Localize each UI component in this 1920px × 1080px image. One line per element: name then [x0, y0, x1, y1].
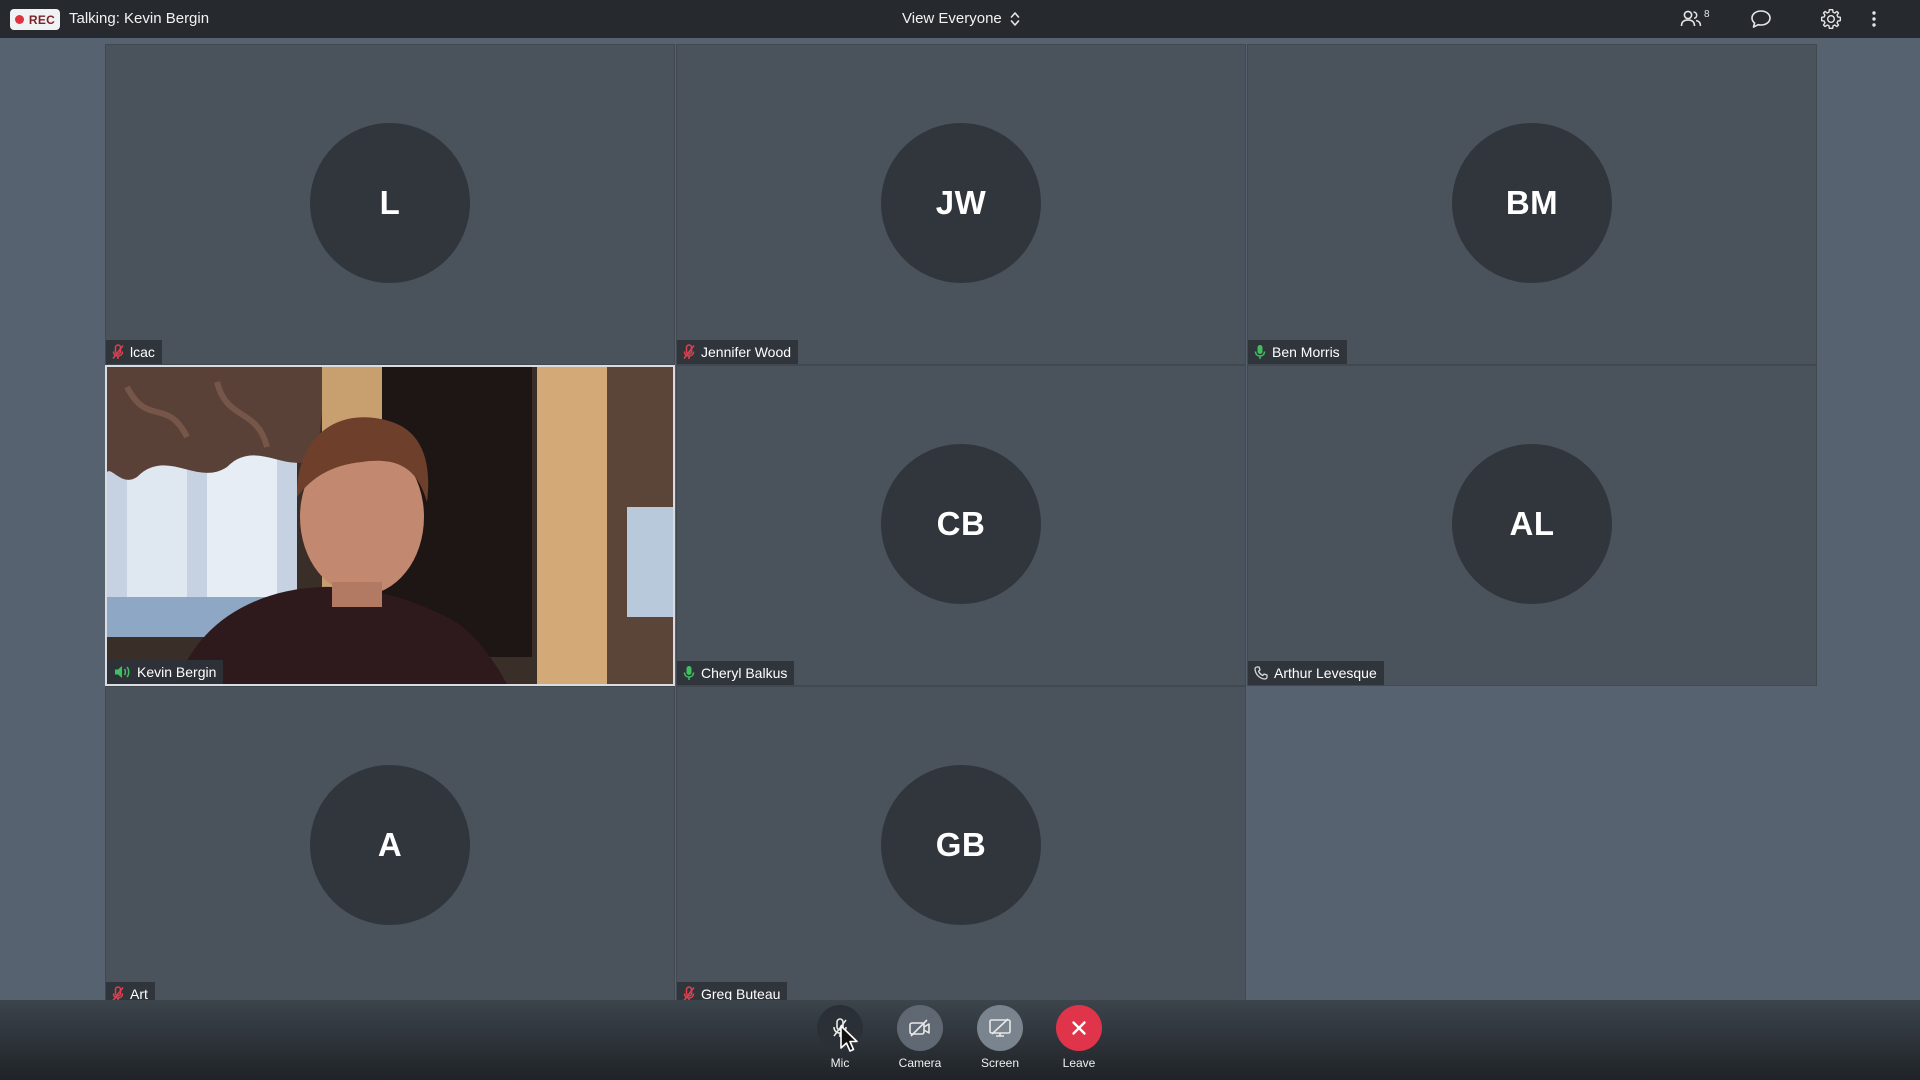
- chevron-updown-icon: [1010, 11, 1020, 26]
- participants-count: 8: [1704, 8, 1710, 20]
- camera-off-icon: [909, 1019, 930, 1037]
- avatar: GB: [881, 765, 1041, 925]
- recording-label: REC: [28, 12, 56, 27]
- participant-video-tile[interactable]: Kevin Bergin: [105, 365, 675, 686]
- participant-tile[interactable]: L lcac: [105, 44, 675, 365]
- participant-tile[interactable]: BM Ben Morris: [1247, 44, 1817, 365]
- participant-name-tag: Ben Morris: [1248, 340, 1347, 364]
- camera-button[interactable]: Camera: [885, 1005, 955, 1070]
- participant-name: lcac: [130, 344, 155, 360]
- record-dot-icon: [14, 15, 24, 24]
- screen-share-off-icon: [989, 1018, 1011, 1037]
- chat-button[interactable]: [1750, 7, 1772, 31]
- top-bar: REC Talking: Kevin Bergin View Everyone …: [0, 0, 1920, 38]
- participant-name: Ben Morris: [1272, 344, 1340, 360]
- participant-tile[interactable]: AL Arthur Levesque: [1247, 365, 1817, 686]
- screen-share-button[interactable]: Screen: [965, 1005, 1035, 1070]
- camera-label: Camera: [898, 1056, 942, 1070]
- avatar: CB: [881, 444, 1041, 604]
- participant-name-tag: Arthur Levesque: [1248, 661, 1384, 685]
- speaker-active-icon: [115, 666, 130, 678]
- mic-icon: [1254, 345, 1266, 359]
- control-bar: [0, 1000, 1920, 1080]
- participant-name: Kevin Bergin: [137, 664, 217, 680]
- leave-button[interactable]: Leave: [1044, 1005, 1114, 1070]
- more-vertical-icon: [1872, 11, 1876, 27]
- settings-button[interactable]: [1820, 7, 1842, 31]
- participant-tile[interactable]: GB Greg Buteau: [676, 686, 1246, 1007]
- participant-video: [107, 367, 673, 684]
- leave-button-circle[interactable]: [1056, 1005, 1102, 1051]
- participant-name-tag: Cheryl Balkus: [677, 661, 795, 685]
- screen-button-circle[interactable]: [977, 1005, 1023, 1051]
- view-mode-value: View Everyone: [902, 10, 1002, 27]
- mouse-cursor-icon: [840, 1025, 858, 1052]
- participant-name: Jennifer Wood: [701, 344, 792, 360]
- avatar: L: [310, 123, 470, 283]
- leave-label: Leave: [1062, 1056, 1096, 1070]
- avatar: AL: [1452, 444, 1612, 604]
- participant-name-tag: Jennifer Wood: [677, 340, 799, 364]
- chat-icon: [1751, 10, 1771, 28]
- recording-badge: REC: [10, 9, 60, 30]
- avatar: BM: [1452, 123, 1612, 283]
- camera-button-circle[interactable]: [897, 1005, 943, 1051]
- participant-tile[interactable]: A Art: [105, 686, 675, 1007]
- participant-name: Cheryl Balkus: [701, 665, 788, 681]
- avatar: JW: [881, 123, 1041, 283]
- participants-button[interactable]: 8: [1680, 7, 1710, 31]
- participant-name-tag: Kevin Bergin: [107, 660, 224, 684]
- participant-tile[interactable]: CB Cheryl Balkus: [676, 365, 1246, 686]
- participant-name-tag: lcac: [106, 340, 162, 364]
- mic-muted-icon: [112, 344, 124, 359]
- people-icon: [1680, 10, 1702, 27]
- close-icon: [1072, 1021, 1086, 1035]
- more-options-button[interactable]: [1870, 7, 1878, 31]
- gear-icon: [1820, 8, 1842, 30]
- avatar: A: [310, 765, 470, 925]
- view-mode-select[interactable]: View Everyone: [902, 10, 1020, 27]
- participant-name: Arthur Levesque: [1274, 665, 1377, 681]
- mic-muted-icon: [683, 344, 695, 359]
- phone-icon: [1254, 666, 1268, 680]
- mic-icon: [683, 666, 695, 680]
- participant-tile[interactable]: JW Jennifer Wood: [676, 44, 1246, 365]
- screen-label: Screen: [980, 1056, 1020, 1070]
- talking-indicator: Talking: Kevin Bergin: [69, 10, 210, 27]
- mic-label: Mic: [830, 1056, 850, 1070]
